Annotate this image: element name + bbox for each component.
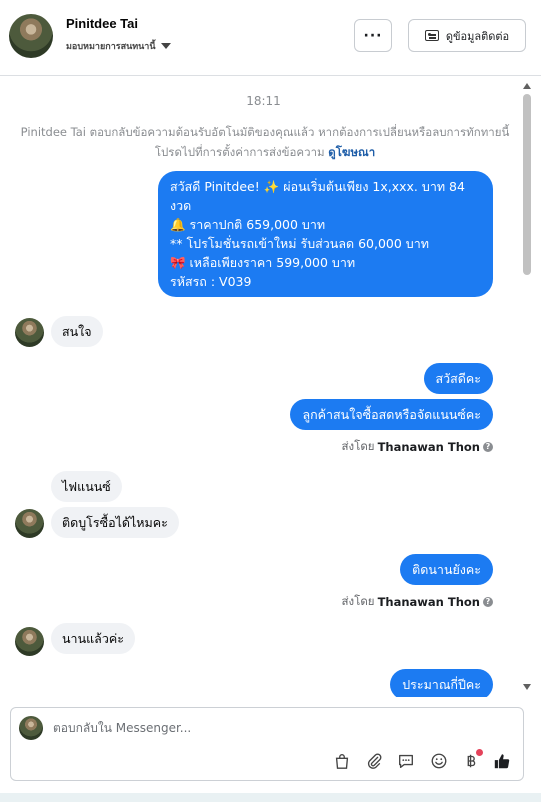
reply-composer: [10, 707, 524, 781]
sent-by-name: Thanawan Thon: [377, 440, 480, 454]
outgoing-message-ad: สวัสดี Pinitdee! ✨ ผ่อนเริ่มต้นเพียง 1x,…: [158, 171, 493, 297]
baht-payment-icon[interactable]: [460, 749, 483, 772]
contact-avatar-small: [15, 509, 44, 538]
bottom-strip: [0, 793, 541, 802]
conversation-header: Pinitdee Tai มอบหมายการสนทนานี้ ··· ดูข้…: [0, 0, 541, 76]
outgoing-message: ประมาณกี่ปีคะ: [390, 669, 493, 697]
system-note-text: Pinitdee Tai ตอบกลับข้อความต้อนรับอัตโนม…: [20, 125, 510, 159]
contact-avatar-small: [15, 318, 44, 347]
incoming-message: นานแล้วค่ะ: [51, 623, 135, 654]
chevron-down-icon: [160, 43, 171, 49]
contact-name[interactable]: Pinitdee Tai: [66, 16, 138, 31]
message-timestamp: 18:11: [246, 94, 281, 108]
page-avatar: [19, 716, 43, 740]
scroll-up-arrow-icon[interactable]: [523, 83, 531, 89]
ad-line-4: 🎀 เหลือเพียงราคา 599,000 บาท: [170, 255, 356, 270]
sent-by-label: ส่งโดย Thanawan Thon ?: [342, 438, 493, 456]
system-note: Pinitdee Tai ตอบกลับข้อความต้อนรับอัตโนม…: [20, 122, 510, 162]
paperclip-icon[interactable]: [363, 750, 385, 772]
thread-scrollbar[interactable]: [522, 83, 532, 693]
message-thread[interactable]: 18:11 Pinitdee Tai ตอบกลับข้อความต้อนรับ…: [0, 77, 541, 697]
sent-by-prefix: ส่งโดย: [341, 439, 375, 453]
ad-line-5: รหัสรถ : V039: [170, 274, 252, 289]
view-contact-info-label: ดูข้อมูลติดต่อ: [445, 29, 510, 43]
contact-card-icon: [424, 30, 439, 41]
ad-line-2: 🔔 ราคาปกติ 659,000 บาท: [170, 217, 326, 232]
ad-line-3: ** โปรโมชั่นรถเข้าใหม่ รับส่วนลด 60,000 …: [170, 236, 429, 251]
messenger-inbox-panel: Pinitdee Tai มอบหมายการสนทนานี้ ··· ดูข้…: [0, 0, 541, 802]
assign-label: มอบหมายการสนทนานี้: [66, 42, 156, 52]
sent-by-prefix: ส่งโดย: [341, 594, 375, 608]
notification-dot: [476, 749, 483, 756]
help-icon[interactable]: ?: [483, 597, 493, 607]
saved-replies-icon[interactable]: [395, 750, 417, 772]
sent-by-name: Thanawan Thon: [377, 595, 480, 609]
contact-avatar[interactable]: [9, 14, 53, 58]
assign-conversation-dropdown[interactable]: มอบหมายการสนทนานี้: [66, 39, 171, 53]
help-icon[interactable]: ?: [483, 442, 493, 452]
reply-input[interactable]: [53, 718, 493, 738]
contact-avatar-small: [15, 627, 44, 656]
view-contact-info-button[interactable]: ดูข้อมูลติดต่อ: [408, 19, 526, 52]
sent-by-label: ส่งโดย Thanawan Thon ?: [342, 593, 493, 611]
emoji-icon[interactable]: [428, 750, 450, 772]
more-options-button[interactable]: ···: [354, 19, 392, 52]
incoming-message: สนใจ: [51, 316, 103, 347]
view-ad-link[interactable]: ดูโฆษณา: [328, 145, 375, 159]
outgoing-message: ลูกค้าสนใจซื้อสดหรือจัดแนนซ์คะ: [290, 399, 493, 430]
thumbs-up-icon[interactable]: [491, 750, 513, 772]
scroll-down-arrow-icon[interactable]: [523, 684, 531, 690]
outgoing-message: ติดนานยังคะ: [400, 554, 493, 585]
shopping-bag-icon[interactable]: [331, 750, 353, 772]
ad-line-1: สวัสดี Pinitdee! ✨ ผ่อนเริ่มต้นเพียง 1x,…: [170, 179, 465, 213]
incoming-message: ติดบูโรซื้อได้ไหมคะ: [51, 507, 179, 538]
scrollbar-thumb[interactable]: [523, 94, 531, 275]
outgoing-message: สวัสดีคะ: [423, 363, 493, 394]
incoming-message: ไฟแนนซ์: [51, 471, 122, 502]
